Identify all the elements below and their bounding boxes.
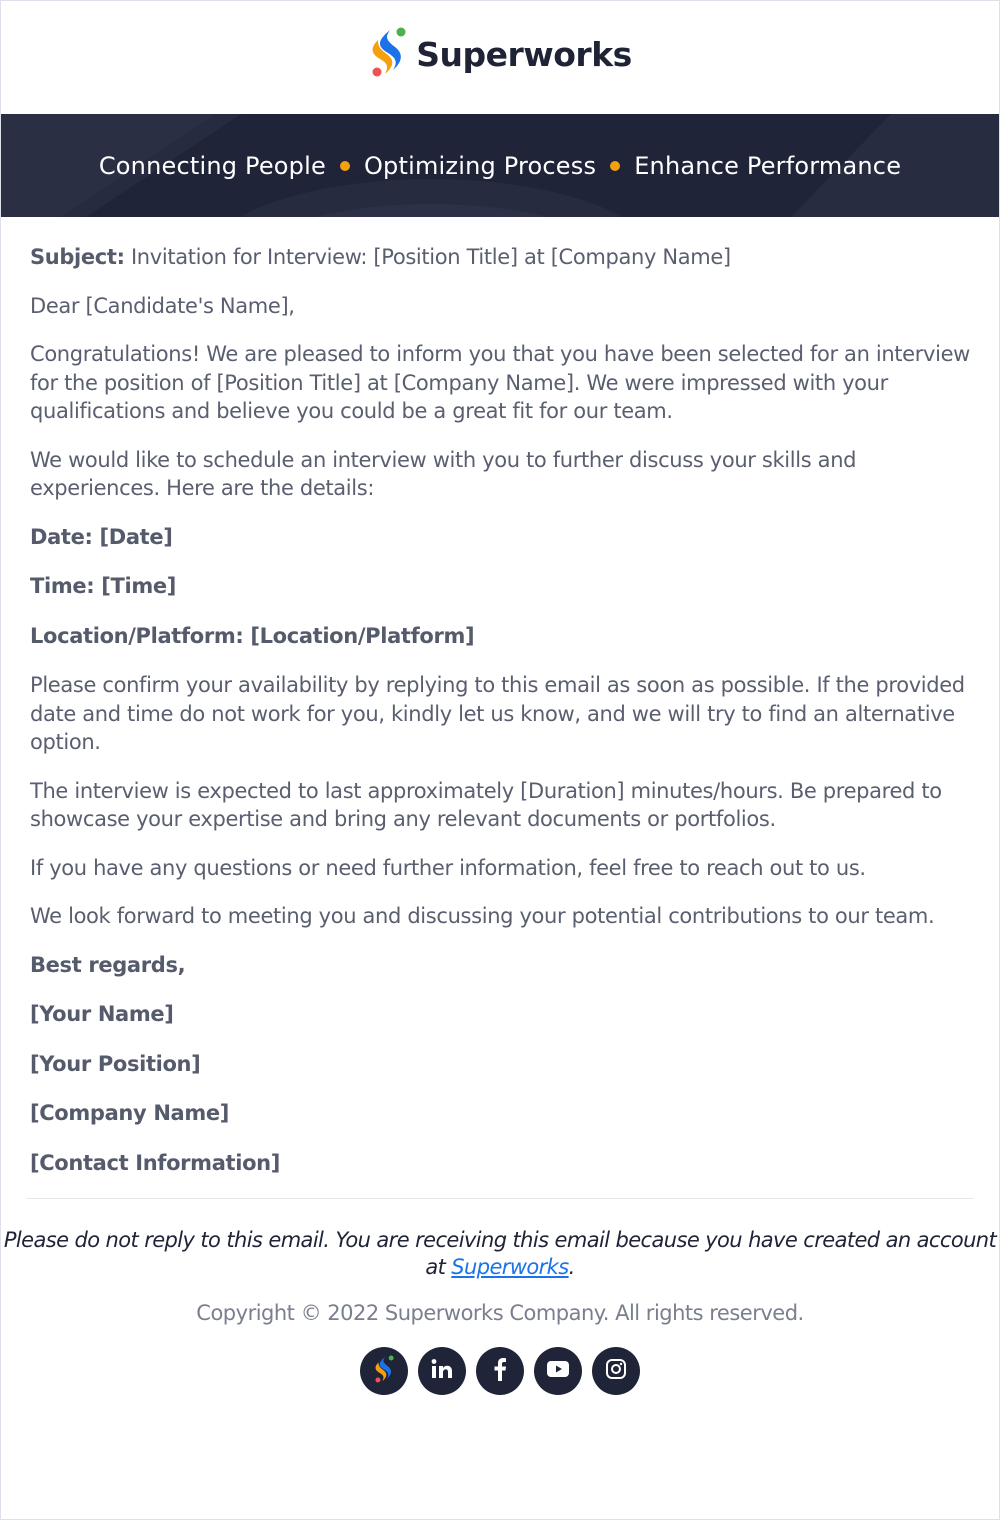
- superworks-icon: [373, 1354, 395, 1389]
- tagline-banner: Connecting People Optimizing Process Enh…: [1, 114, 999, 217]
- paragraph: Please confirm your availability by repl…: [30, 673, 965, 754]
- linkedin-button[interactable]: [418, 1347, 466, 1395]
- signature-name: [Your Name]: [30, 1002, 174, 1026]
- signature-position: [Your Position]: [30, 1051, 201, 1076]
- social-links: [1, 1347, 999, 1395]
- email-container: Superworks Connecting People Optimizing …: [0, 0, 1000, 1520]
- subject-text: Invitation for Interview: [Position Titl…: [124, 245, 731, 269]
- signature-contact: [Contact Information]: [30, 1150, 280, 1175]
- paragraph: Congratulations! We are pleased to infor…: [30, 342, 970, 423]
- detail-time: Time: [Time]: [30, 574, 176, 598]
- tagline-item: Optimizing Process: [363, 151, 597, 180]
- email-footer: Please do not reply to this email. You a…: [1, 1199, 999, 1395]
- copyright: Copyright © 2022 Superworks Company. All…: [196, 1301, 804, 1325]
- brand-logo[interactable]: Superworks: [368, 26, 632, 83]
- paragraph: We would like to schedule an interview w…: [30, 447, 857, 501]
- tagline-item: Connecting People: [98, 151, 326, 180]
- superworks-logo-icon: [368, 26, 408, 83]
- youtube-icon: [547, 1360, 569, 1382]
- tagline: Connecting People Optimizing Process Enh…: [99, 152, 901, 180]
- separator-dot: [339, 160, 350, 171]
- linkedin-icon: [431, 1358, 453, 1385]
- subject-line: Subject: Invitation for Interview: [Posi…: [30, 243, 970, 272]
- note-text-end: .: [568, 1255, 576, 1279]
- youtube-button[interactable]: [534, 1347, 582, 1395]
- no-reply-note: Please do not reply to this email. You a…: [1, 1227, 999, 1281]
- detail-location: Location/Platform: [Location/Platform]: [30, 623, 475, 648]
- detail-date: Date: [Date]: [30, 524, 173, 549]
- brand-name: Superworks: [416, 35, 632, 74]
- paragraph: If you have any questions or need furthe…: [30, 855, 866, 880]
- subject-label: Subject:: [30, 245, 125, 269]
- separator-dot: [610, 160, 621, 171]
- instagram-button[interactable]: [592, 1347, 640, 1395]
- instagram-icon: [605, 1358, 627, 1385]
- paragraph: We look forward to meeting you and discu…: [30, 904, 935, 928]
- facebook-button[interactable]: [476, 1347, 524, 1395]
- greeting: Dear [Candidate's Name],: [30, 293, 295, 318]
- email-body: Subject: Invitation for Interview: [Posi…: [1, 217, 999, 1177]
- facebook-icon: [493, 1357, 507, 1386]
- superworks-link[interactable]: Superworks: [451, 1255, 569, 1279]
- logo-header: Superworks: [1, 1, 999, 114]
- signature-closing: Best regards,: [30, 952, 186, 977]
- tagline-item: Enhance Performance: [634, 151, 902, 180]
- superworks-social-button[interactable]: [360, 1347, 408, 1395]
- signature-company: [Company Name]: [30, 1101, 230, 1125]
- paragraph: The interview is expected to last approx…: [30, 778, 942, 832]
